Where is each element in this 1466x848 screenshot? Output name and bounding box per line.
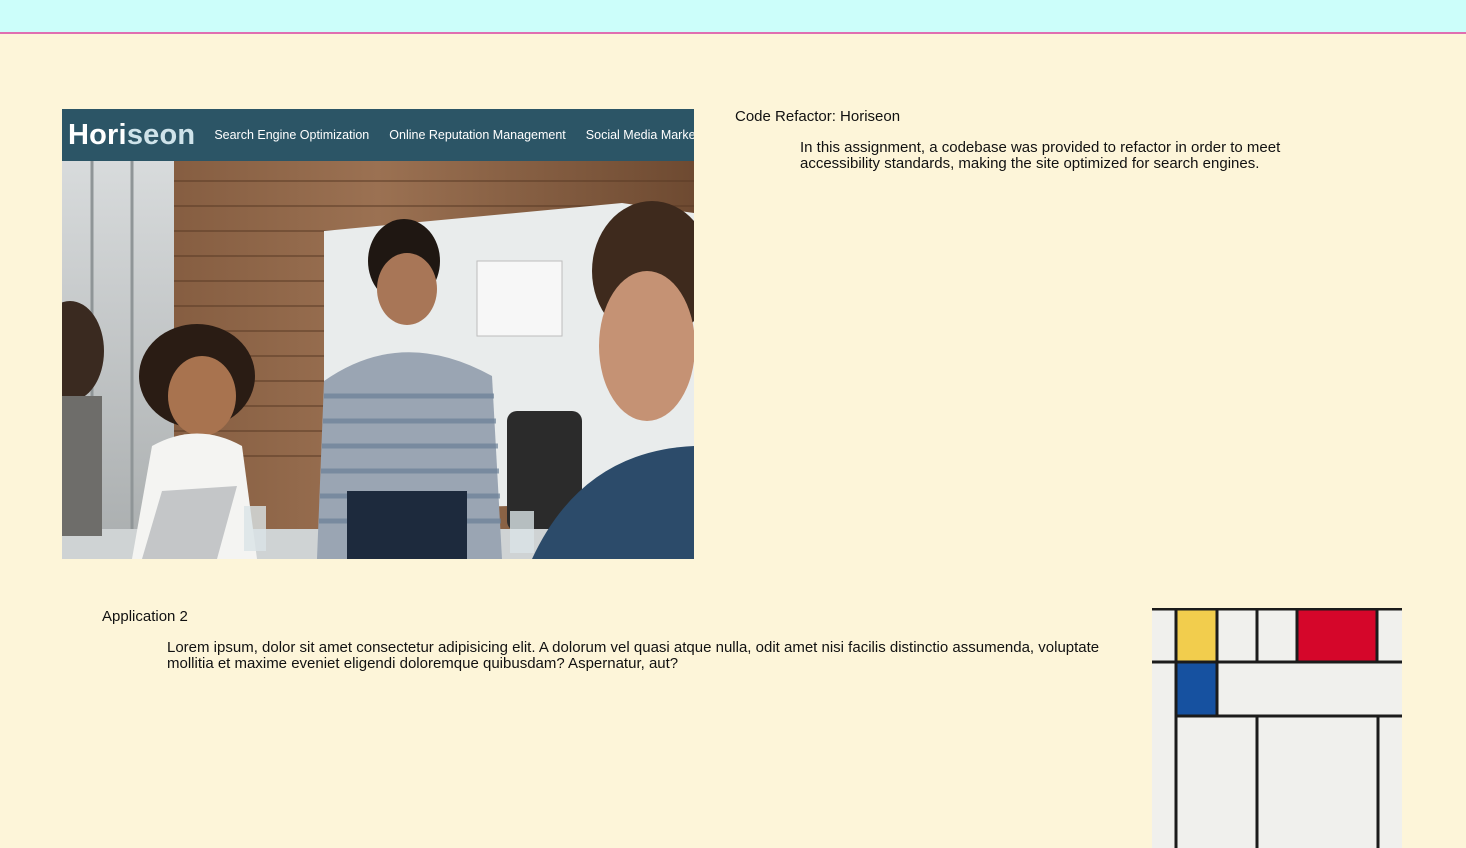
horiseon-thumbnail[interactable]: Horiseon Search Engine Optimization Onli… [62,109,694,559]
logo-part-1: Hori [68,118,127,151]
top-bar [0,0,1466,34]
project-description: Lorem ipsum, dolor sit amet consectetur … [167,639,1100,672]
horiseon-header: Horiseon Search Engine Optimization Onli… [62,109,694,161]
horiseon-nav-item: Search Engine Optimization [214,128,370,142]
horiseon-logo: Horiseon [68,119,195,152]
horiseon-nav: Search Engine Optimization Online Reputa… [214,128,694,142]
logo-part-2: seon [126,118,196,151]
mondrian-thumbnail[interactable] [1152,608,1402,848]
project-title: Code Refactor: Horiseon [735,108,901,125]
project-description: In this assignment, a codebase was provi… [800,139,1281,172]
project-title: Application 2 [102,608,188,625]
horiseon-nav-item: Online Reputation Management [389,128,566,142]
meeting-photo [62,161,694,559]
horiseon-nav-item: Social Media Marketing [585,128,694,142]
